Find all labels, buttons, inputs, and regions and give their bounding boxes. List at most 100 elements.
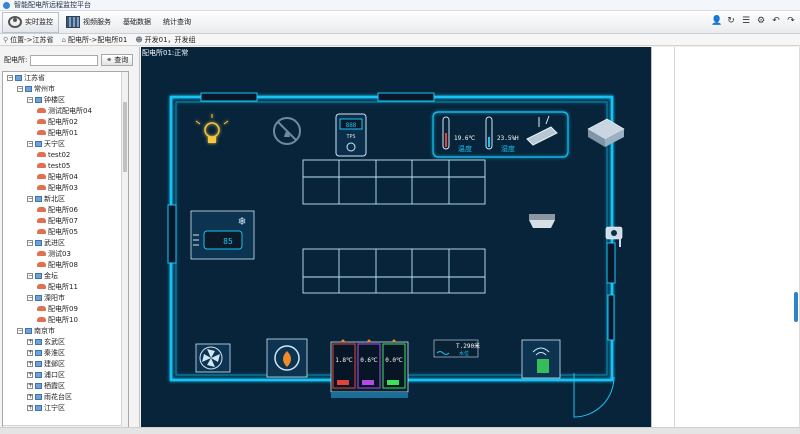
scroll-thumb[interactable] [123, 102, 127, 172]
tree-node-region[interactable]: − 南京市 [3, 325, 128, 336]
user-icon[interactable]: 👤 [711, 16, 722, 26]
tree-node-region[interactable]: − 常州市 [3, 83, 128, 94]
tree-node-region[interactable]: + 建邺区 [3, 358, 128, 369]
tree-label: test02 [48, 150, 71, 159]
vertical-scroll-handle[interactable] [794, 292, 798, 322]
left-panel: 配电所: ⚭ 查询 − 江苏省 − 常州市 − 钟楼区 测试配电所04 配电所02 配电所01−… [0, 47, 140, 434]
lightbulb-icon[interactable] [195, 114, 229, 143]
expand-toggle-icon[interactable]: + [27, 338, 33, 345]
settings-icon[interactable]: ⚙ [756, 16, 766, 26]
tree-label: 溧阳市 [44, 293, 65, 302]
station-icon [37, 130, 46, 135]
temperature-label: 温度 [458, 144, 472, 153]
server-box-icon[interactable] [587, 118, 625, 147]
tree-leaf-station[interactable]: 测试配电所04 [3, 105, 128, 116]
tab-basic-data[interactable]: 基础数据 [118, 12, 156, 33]
expand-toggle-icon[interactable]: + [27, 393, 33, 400]
tree-node-region[interactable]: − 溧阳市 [3, 292, 128, 303]
tree-node-region[interactable]: − 钟楼区 [3, 94, 128, 105]
tree-node-region[interactable]: − 天宁区 [3, 138, 128, 149]
folder-icon [25, 85, 32, 92]
tree-label: 金坛 [44, 271, 58, 280]
toolbar-right-icons: 👤 ↻ ☰ ⚙ ↶ ↷ [711, 16, 796, 26]
temperature-value: 19.6℃ [454, 135, 475, 142]
tab-statistics[interactable]: 统计查询 [158, 12, 196, 33]
tree-label: 配电所07 [48, 216, 78, 225]
tree-leaf-station[interactable]: 配电所04 [3, 171, 128, 182]
tree-node-region[interactable]: − 金坛 [3, 270, 128, 281]
tree-label: 配电所04 [48, 172, 78, 181]
right-door [606, 242, 616, 284]
tree-node-region[interactable]: − 新北区 [3, 193, 128, 204]
tree-node-region[interactable]: + 雨花台区 [3, 391, 128, 402]
tree-node-region[interactable]: − 江苏省 [3, 72, 128, 83]
station-icon [37, 306, 46, 311]
refresh-icon[interactable]: ↻ [726, 16, 736, 26]
tree-leaf-station[interactable]: 配电所08 [3, 259, 128, 270]
tree-leaf-station[interactable]: test05 [3, 160, 128, 171]
breadcrumb-station[interactable]: ⌂ 配电所->配电所01 [62, 35, 128, 45]
tree-leaf-station[interactable]: 配电所02 [3, 116, 128, 127]
tree-node-region[interactable]: + 玄武区 [3, 336, 128, 347]
access-card-reader-icon[interactable] [521, 339, 561, 379]
tree-leaf-station[interactable]: 配电所06 [3, 204, 128, 215]
display-meter-icon[interactable]: 888 TPS [335, 113, 367, 157]
tab-realtime-monitor[interactable]: 实时监控 [2, 11, 59, 33]
water-level-sensor[interactable]: T.290米 水位 [433, 339, 480, 358]
folder-icon [35, 382, 42, 389]
collapse-toggle-icon[interactable]: − [27, 140, 33, 147]
tree-node-region[interactable]: + 栖霞区 [3, 380, 128, 391]
smoke-detector-icon[interactable] [529, 214, 555, 228]
tree-rows: − 江苏省 − 常州市 − 钟楼区 测试配电所04 配电所02 配电所01− 天宁区 test02 t… [3, 72, 128, 413]
expand-toggle-icon[interactable]: + [27, 371, 33, 378]
tree-vertical-scrollbar[interactable] [121, 72, 128, 432]
tree-leaf-station[interactable]: 测试03 [3, 248, 128, 259]
breadcrumb-location[interactable]: ⚲ 位置->江苏省 [3, 35, 54, 45]
search-button[interactable]: ⚭ 查询 [101, 54, 134, 66]
tree-leaf-station[interactable]: 配电所09 [3, 303, 128, 314]
collapse-toggle-icon[interactable]: − [27, 195, 33, 202]
film-icon [66, 16, 80, 28]
expand-toggle-icon[interactable]: + [27, 349, 33, 356]
tab-video-service[interactable]: 视频服务 [61, 12, 116, 33]
fire-protection-icon[interactable] [266, 338, 308, 378]
search-input[interactable] [30, 54, 99, 66]
tree-leaf-station[interactable]: 配电所03 [3, 182, 128, 193]
collapse-toggle-icon[interactable]: − [27, 96, 33, 103]
collapse-toggle-icon[interactable]: − [27, 239, 33, 246]
tree-node-region[interactable]: + 江宁区 [3, 402, 128, 413]
tree-leaf-station[interactable]: test02 [3, 149, 128, 160]
list-icon[interactable]: ☰ [741, 16, 751, 26]
air-conditioner-icon[interactable]: ❄ 85 [190, 210, 255, 260]
tree-label: 南京市 [34, 326, 55, 335]
expand-toggle-icon[interactable]: + [27, 360, 33, 367]
tree-leaf-station[interactable]: 配电所07 [3, 215, 128, 226]
lower-cabinet-row[interactable] [302, 248, 486, 294]
expand-toggle-icon[interactable]: + [27, 404, 33, 411]
collapse-toggle-icon[interactable]: − [27, 294, 33, 301]
tree-node-region[interactable]: + 秦淮区 [3, 347, 128, 358]
switchgear-cabinets[interactable]: 1.8℃ 0.6℃ 0.0℃ [330, 339, 409, 399]
tree-leaf-station[interactable]: 配电所05 [3, 226, 128, 237]
tree-leaf-station[interactable]: 配电所11 [3, 281, 128, 292]
collapse-toggle-icon[interactable]: − [17, 85, 23, 92]
tree-node-region[interactable]: − 武进区 [3, 237, 128, 248]
redo-icon[interactable]: ↷ [786, 16, 796, 26]
breadcrumb-user[interactable]: ☻ 开发01，开发组 [135, 35, 195, 45]
collapse-toggle-icon[interactable]: − [17, 327, 23, 334]
tree-node-region[interactable]: + 浦口区 [3, 369, 128, 380]
router-icon[interactable] [526, 115, 558, 146]
tree-leaf-station[interactable]: 配电所10 [3, 314, 128, 325]
undo-icon[interactable]: ↶ [771, 16, 781, 26]
no-fire-icon[interactable] [273, 117, 301, 145]
collapse-toggle-icon[interactable]: − [27, 272, 33, 279]
water-level-value: T.290米 [456, 342, 480, 350]
tree-leaf-station[interactable]: 配电所01 [3, 127, 128, 138]
exhaust-fan-icon[interactable] [195, 343, 231, 373]
svg-text:888: 888 [346, 122, 357, 129]
collapse-toggle-icon[interactable]: − [7, 74, 13, 81]
upper-cabinet-row[interactable] [302, 159, 486, 205]
tree-label: 浦口区 [44, 370, 65, 379]
expand-toggle-icon[interactable]: + [27, 382, 33, 389]
tab-label: 基础数据 [123, 18, 151, 26]
